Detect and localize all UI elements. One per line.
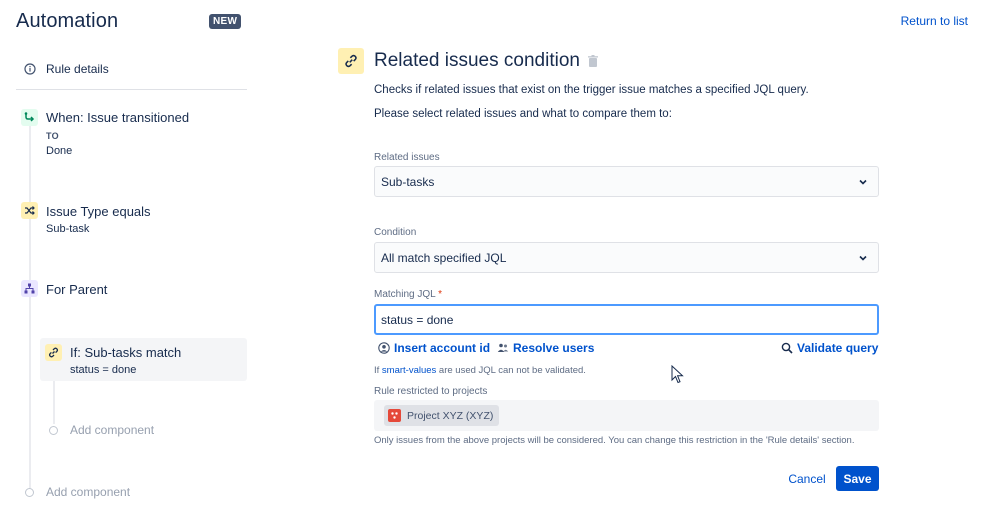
new-badge: NEW xyxy=(209,14,242,29)
rule-details-link[interactable]: Rule details xyxy=(24,62,109,76)
step-trigger-to-label: TO xyxy=(46,131,59,141)
add-component-inner[interactable]: Add component xyxy=(49,423,154,437)
shuffle-icon xyxy=(21,202,38,219)
hint-prefix: If xyxy=(374,365,382,376)
step-trigger-title[interactable]: When: Issue transitioned xyxy=(46,110,189,125)
validate-query-button[interactable]: Validate query xyxy=(781,341,878,355)
chevron-down-icon xyxy=(859,255,867,261)
condition-select[interactable]: All match specified JQL xyxy=(374,242,879,273)
add-dot-icon xyxy=(25,487,34,497)
link-icon xyxy=(338,48,364,74)
resolve-users-label: Resolve users xyxy=(513,341,595,355)
condition-label: Condition xyxy=(374,227,417,238)
step-trigger-sub: Done xyxy=(46,145,73,157)
resolve-users-button[interactable]: Resolve users xyxy=(497,341,594,355)
related-issues-label: Related issues xyxy=(374,152,440,163)
info-icon xyxy=(24,63,36,75)
add-component-inner-label: Add component xyxy=(70,423,155,437)
project-chip-label: Project XYZ (XYZ) xyxy=(407,409,494,422)
panel-title-row: Related issues condition xyxy=(374,50,598,72)
step-for-parent-title[interactable]: For Parent xyxy=(46,282,107,297)
insert-account-id-button[interactable]: Insert account id xyxy=(378,341,490,355)
people-icon xyxy=(497,343,509,352)
user-icon xyxy=(378,342,390,354)
add-dot-icon xyxy=(49,425,58,435)
step-issue-type-sub: Sub-task xyxy=(46,223,90,235)
app-title: Automation xyxy=(16,10,119,32)
panel-description: Checks if related issues that exist on t… xyxy=(374,84,809,96)
matching-jql-value: status = done xyxy=(381,312,454,327)
smart-values-hint: If smart-values are used JQL can not be … xyxy=(374,365,586,376)
step-condition-sub: status = done xyxy=(70,364,137,376)
project-chip: Project XYZ (XYZ) xyxy=(384,405,500,426)
matching-jql-label-text: Matching JQL xyxy=(374,289,436,300)
add-component-outer-label: Add component xyxy=(46,485,131,499)
related-issues-select[interactable]: Sub-tasks xyxy=(374,166,879,197)
restriction-note: Only issues from the above projects will… xyxy=(374,435,855,446)
cancel-button[interactable]: Cancel xyxy=(786,466,828,491)
hierarchy-icon xyxy=(21,280,38,297)
validate-query-label: Validate query xyxy=(797,341,879,355)
panel-instruction: Please select related issues and what to… xyxy=(374,108,672,120)
step-issue-type-title[interactable]: Issue Type equals xyxy=(46,204,151,219)
link-icon xyxy=(45,344,62,361)
return-to-list-link[interactable]: Return to list xyxy=(901,14,968,28)
insert-account-id-label: Insert account id xyxy=(394,341,491,355)
matching-jql-input[interactable]: status = done xyxy=(374,304,879,335)
rule-details-label: Rule details xyxy=(46,62,109,76)
project-avatar-icon xyxy=(388,409,401,422)
add-component-outer[interactable]: Add component xyxy=(25,485,130,499)
rule-rail xyxy=(29,118,31,490)
save-button[interactable]: Save xyxy=(836,466,879,491)
condition-value: All match specified JQL xyxy=(381,250,507,265)
panel-title: Related issues condition xyxy=(374,50,580,71)
hint-suffix: are used JQL can not be validated. xyxy=(436,365,586,376)
matching-jql-label: Matching JQL * xyxy=(374,289,442,300)
transition-icon xyxy=(21,109,38,126)
related-issues-value: Sub-tasks xyxy=(381,174,435,189)
search-icon xyxy=(781,342,793,354)
restricted-projects-label: Rule restricted to projects xyxy=(374,386,488,397)
sidebar-divider xyxy=(16,89,247,90)
step-condition-title: If: Sub-tasks match xyxy=(70,345,182,360)
mouse-cursor-icon xyxy=(671,365,684,384)
smart-values-link[interactable]: smart-values xyxy=(382,365,436,376)
required-marker: * xyxy=(438,289,443,300)
trash-icon[interactable] xyxy=(587,55,598,67)
chevron-down-icon xyxy=(859,179,867,185)
